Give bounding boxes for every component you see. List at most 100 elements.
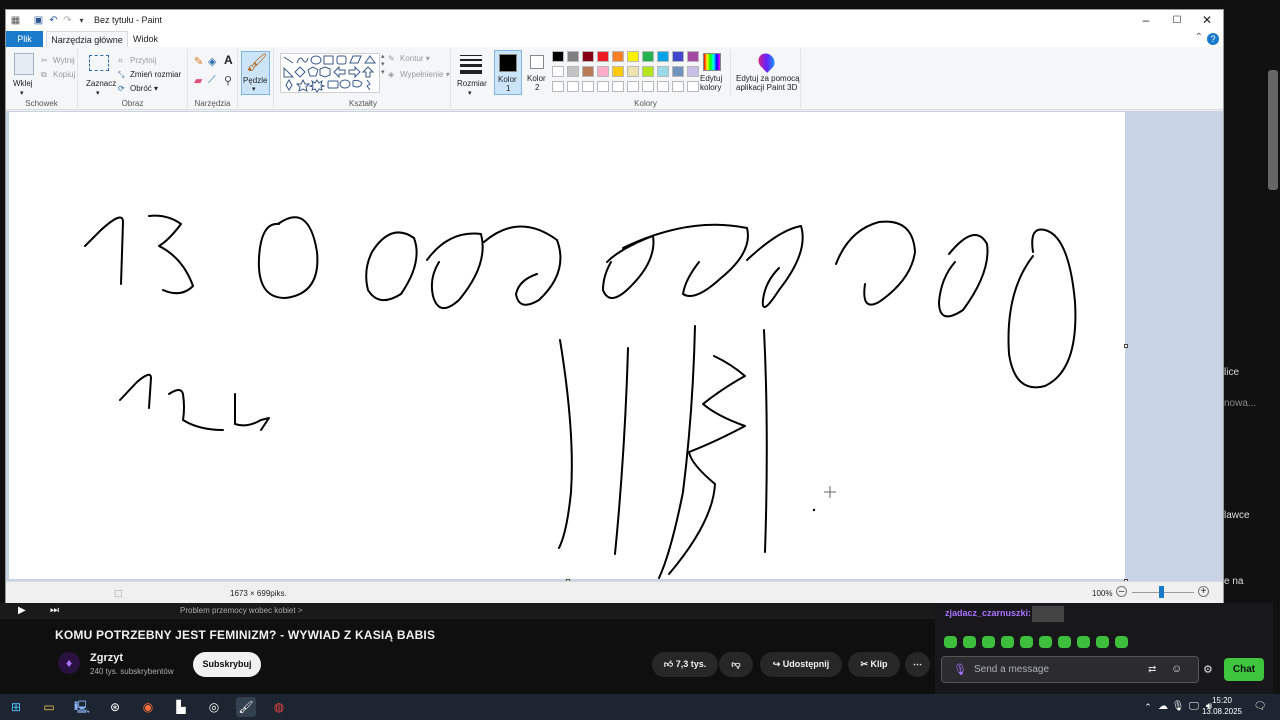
channel-name[interactable]: Zgrzyt	[90, 652, 123, 664]
steam-icon[interactable]: ⊛	[105, 697, 125, 717]
chat-emote[interactable]	[1115, 636, 1128, 648]
video-player-controls: ▶ ⏭ Problem przemocy wobec kobiet >	[0, 603, 935, 619]
fill-label: Wypełnienie	[400, 70, 444, 79]
minimize-button[interactable]: –	[1131, 10, 1161, 31]
group-size: Rozmiar ▾	[451, 49, 491, 108]
chat-send-button[interactable]: Chat	[1224, 658, 1264, 681]
settings-gear-icon[interactable]: ⚙	[1203, 663, 1213, 676]
size-button[interactable]: Rozmiar	[457, 79, 487, 88]
firefox-icon[interactable]: ◉	[138, 697, 158, 717]
help-icon[interactable]: ?	[1207, 33, 1219, 45]
chat-emote[interactable]	[1058, 636, 1071, 648]
maximize-button[interactable]: ☐	[1162, 10, 1192, 31]
microphone-icon[interactable]: 🎙︎	[953, 663, 967, 676]
shapes-gallery[interactable]	[280, 53, 380, 93]
undo-icon[interactable]: ↶	[48, 15, 59, 26]
image-dimensions: 1673 × 699piks.	[230, 589, 287, 598]
obs-icon[interactable]: ◎	[204, 697, 224, 717]
paint-taskbar-icon[interactable]: 🖌	[236, 697, 256, 717]
paste-chevron-icon[interactable]: ▾	[20, 89, 24, 97]
crop-button[interactable]: ⌗ Przytnij	[118, 56, 156, 65]
brushes-button[interactable]: 🖌 Pędzle ▾	[241, 51, 270, 95]
chat-emote[interactable]	[1096, 636, 1109, 648]
chat-emote[interactable]	[1020, 636, 1033, 648]
zoom-slider-thumb[interactable]	[1159, 586, 1164, 598]
chapter-title[interactable]: Problem przemocy wobec kobiet >	[180, 606, 303, 615]
resize-button[interactable]: ⤡ Zmień rozmiar	[118, 70, 181, 79]
cut-button[interactable]: ✂ Wytnij	[41, 56, 75, 65]
background-scrollbar[interactable]	[1268, 70, 1278, 190]
canvas-drawing[interactable]	[9, 112, 1125, 579]
select-icon[interactable]	[89, 55, 109, 71]
title-bar: ▦ ▣ ↶ ↷ ▾ Bez tytułu - Paint – ☐ ✕	[6, 10, 1223, 31]
clock[interactable]: 15:20 13.08.2025	[1202, 695, 1242, 717]
pencil-icon[interactable]: ✎	[194, 55, 203, 68]
chat-panel: zjadacz_czarnuszki: Send a message 🎙︎ ⇄ …	[935, 603, 1273, 700]
close-button[interactable]: ✕	[1192, 10, 1222, 31]
text-tool-icon[interactable]: A	[224, 53, 233, 67]
translate-icon[interactable]: ⇄	[1148, 664, 1156, 675]
file-explorer-icon[interactable]: ▭	[39, 697, 59, 717]
subscribe-button[interactable]: Subskrybuj	[193, 652, 261, 677]
save-icon[interactable]: ▣	[33, 15, 44, 26]
chat-username[interactable]: zjadacz_czarnuszki:	[945, 608, 1031, 618]
size-icon[interactable]	[460, 55, 482, 74]
fill-button[interactable]: ◈ Wypełnienie ▾	[388, 70, 450, 79]
magnifier-icon[interactable]: ⚲	[224, 74, 232, 87]
channel-avatar[interactable]: ♦	[58, 652, 80, 674]
chat-emote[interactable]	[1001, 636, 1014, 648]
emote-picker-icon[interactable]: ☺	[1171, 663, 1182, 675]
taskbar: ⊞ ▭ 🖳 ⊛ ◉ ▙ ◎ 🖌 ◍ ⌃ ☁ 🎙︎ 🖵 🔊︎ 15:20 13.0…	[0, 694, 1280, 720]
chat-emote[interactable]	[982, 636, 995, 648]
crosshair-cursor-icon	[824, 486, 836, 498]
chat-emote[interactable]	[1077, 636, 1090, 648]
background-text: nowa...	[1224, 398, 1257, 409]
fill-bucket-icon[interactable]: ◈	[208, 55, 216, 68]
share-button[interactable]: ↪ Udostępnij	[760, 652, 842, 677]
shapes-scroll-icon[interactable]: ▴ ▾ ▾	[381, 52, 385, 76]
chat-emote[interactable]	[1039, 636, 1052, 648]
group-label: Schowek	[25, 99, 58, 108]
window-title: Bez tytułu - Paint	[94, 15, 163, 25]
group-colors: Kolory	[491, 49, 801, 108]
like-button[interactable]: 👍︎ 7,3 tys.	[652, 652, 718, 677]
copy-button[interactable]: ⧉ Kopiuj	[41, 70, 75, 79]
app-icon[interactable]: ▙	[171, 697, 191, 717]
tab-home[interactable]: Narzędzia główne	[46, 31, 128, 47]
eraser-icon[interactable]: ▰	[194, 74, 202, 87]
next-icon[interactable]: ⏭	[50, 605, 59, 616]
outline-button[interactable]: ✎ Kontur ▾	[388, 54, 430, 63]
tab-file[interactable]: Plik	[6, 31, 43, 47]
chat-input[interactable]: Send a message	[941, 656, 1199, 683]
tab-view[interactable]: Widok	[128, 31, 163, 47]
color-picker-icon[interactable]: ⟋	[208, 74, 216, 87]
zoom-in-button[interactable]: +	[1198, 586, 1209, 597]
chat-emote[interactable]	[963, 636, 976, 648]
chrome-icon[interactable]: ◍	[269, 697, 289, 717]
computer-icon[interactable]: 🖳	[72, 697, 92, 717]
chat-emote[interactable]	[944, 636, 957, 648]
collapse-ribbon-icon[interactable]: ⌃	[1195, 32, 1203, 43]
size-chevron-icon[interactable]: ▾	[468, 89, 472, 97]
drawing-canvas[interactable]	[9, 112, 1125, 579]
more-actions-button[interactable]: ⋯	[905, 652, 930, 677]
like-count: 7,3 tys.	[675, 659, 707, 669]
play-icon[interactable]: ▶	[18, 605, 26, 616]
group-clipboard: Wklej ▾ ✂ Wytnij ⧉ Kopiuj Schowek	[6, 49, 78, 108]
zoom-out-button[interactable]: –	[1116, 586, 1127, 597]
canvas-resize-handle[interactable]	[1124, 344, 1128, 348]
dislike-button[interactable]: 👎︎	[719, 652, 753, 677]
rotate-button[interactable]: ⟳ Obróć ▾	[118, 84, 158, 93]
select-chevron-icon[interactable]: ▾	[96, 89, 100, 97]
paste-icon[interactable]	[14, 53, 34, 75]
shapes-gallery-icons[interactable]	[281, 54, 381, 94]
redo-icon[interactable]: ↷	[62, 15, 73, 26]
clip-button[interactable]: ✂ Klip	[848, 652, 900, 677]
notification-icon[interactable]: 🗨	[1250, 697, 1270, 717]
fill-icon: ◈	[388, 70, 395, 80]
video-title: KOMU POTRZEBNY JEST FEMINIZM? - WYWIAD Z…	[55, 628, 436, 642]
select-button[interactable]: Zaznacz	[86, 79, 116, 88]
paste-button[interactable]: Wklej	[13, 79, 33, 88]
windows-start-icon[interactable]: ⊞	[6, 697, 26, 717]
customize-chevron-icon[interactable]: ▾	[76, 15, 87, 26]
